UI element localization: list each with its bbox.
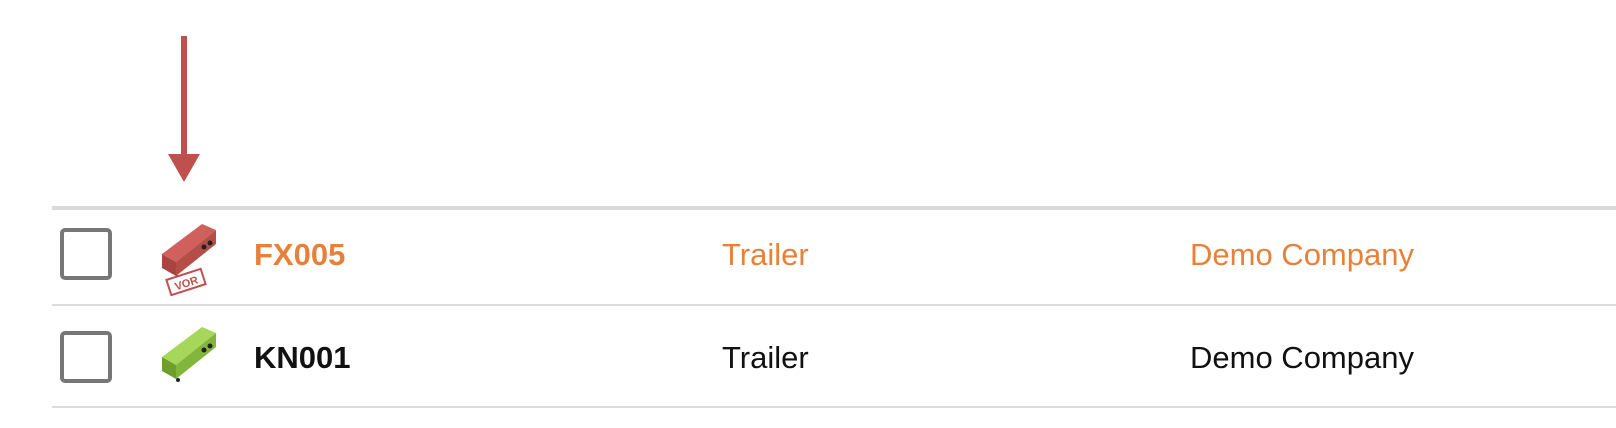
arrow-down-indicator	[168, 36, 200, 182]
vehicle-id[interactable]: FX005	[254, 237, 345, 273]
vehicle-table: VOR FX005 Trailer Demo Company KN001 Tra…	[52, 206, 1616, 408]
vehicle-company: Demo Company	[1190, 340, 1414, 375]
row-checkbox[interactable]	[60, 228, 112, 280]
table-row[interactable]: KN001 Trailer Demo Company	[52, 306, 1616, 408]
vehicle-type: Trailer	[722, 237, 809, 272]
row-checkbox[interactable]	[60, 331, 112, 383]
vehicle-type: Trailer	[722, 340, 809, 375]
trailer-green-icon	[162, 327, 216, 382]
trailer-red-vor-icon: VOR	[162, 224, 216, 297]
vehicle-company: Demo Company	[1190, 237, 1414, 272]
vehicle-id[interactable]: KN001	[254, 340, 351, 376]
table-row[interactable]: VOR FX005 Trailer Demo Company	[52, 210, 1616, 306]
